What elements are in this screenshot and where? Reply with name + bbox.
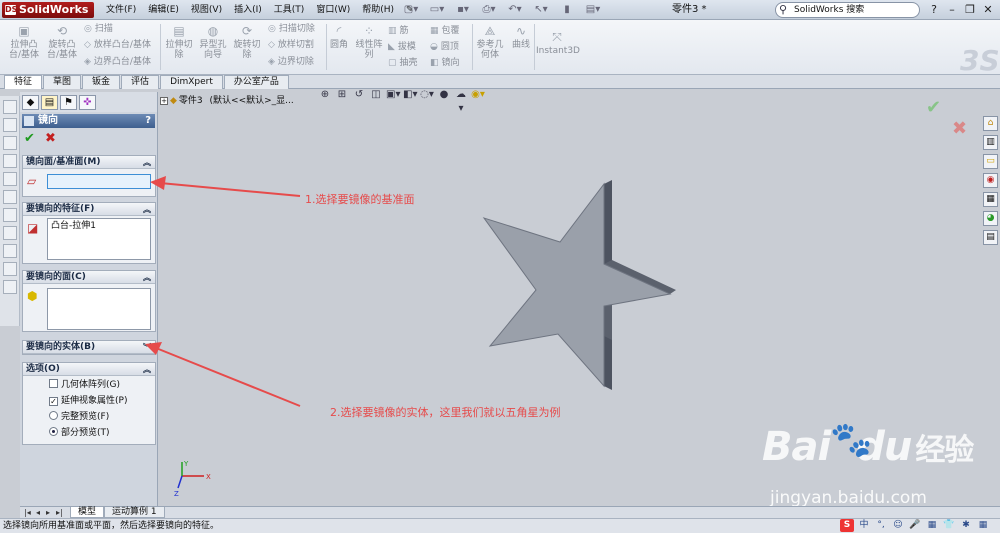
annotation-step-1: 1.选择要镜像的基准面	[305, 193, 415, 206]
annotation-step-2: 2.选择要镜像的实体，这里我们就以五角星为例	[330, 406, 561, 419]
skin-icon[interactable]: 👕	[942, 519, 956, 532]
task-pane-tabs: ⌂ ▥ ▭ ◉ ▦ ◕ ▤	[982, 116, 1000, 246]
home-icon[interactable]: ⌂	[983, 116, 998, 131]
prev-tab-icon[interactable]: ◂	[36, 508, 40, 517]
tab-model[interactable]: 模型	[70, 507, 105, 518]
status-text: 选择镜向所用基准面或平面，然后选择要镜向的特征。	[3, 521, 220, 531]
microphone-icon[interactable]: 🎤	[908, 519, 922, 532]
arrow-head-1	[150, 176, 166, 190]
view-palette-icon[interactable]: ◉	[983, 173, 998, 188]
last-tab-icon[interactable]: ▸|	[56, 508, 63, 517]
watermark-url: jingyan.baidu.com	[770, 488, 927, 508]
ime-language-toggle[interactable]: 中	[857, 519, 871, 532]
ime-toolbar: S 中 °, ☺ 🎤 ▦ 👕 ✱ ▦	[840, 519, 990, 532]
palette-icon[interactable]: ▦	[983, 192, 998, 207]
arrow-line-2	[155, 347, 301, 407]
baidu-watermark: Bai du 经验 🐾	[762, 420, 974, 470]
appearances-icon[interactable]: ◕	[983, 211, 998, 226]
design-library-icon[interactable]: ▥	[983, 135, 998, 150]
file-explorer-icon[interactable]: ▭	[983, 154, 998, 169]
custom-properties-icon[interactable]: ▤	[983, 230, 998, 245]
keyboard-icon[interactable]: ▦	[925, 519, 939, 532]
tools-icon[interactable]: ✱	[959, 519, 973, 532]
sogou-logo-icon[interactable]: S	[840, 519, 854, 532]
bottom-tab-bar: |◂ ◂ ▸ ▸| 模型 运动算例 1	[20, 506, 1000, 518]
first-tab-icon[interactable]: |◂	[24, 508, 31, 517]
next-tab-icon[interactable]: ▸	[46, 508, 50, 517]
tab-motion-study-1[interactable]: 运动算例 1	[104, 507, 165, 518]
menu-grid-icon[interactable]: ▦	[976, 519, 990, 532]
punctuation-icon[interactable]: °,	[874, 519, 888, 532]
paw-icon: 🐾	[830, 420, 873, 460]
watermark-brand-cn: 经验	[915, 433, 974, 468]
arrow-line-1	[159, 182, 301, 197]
watermark-brand-1: Bai	[762, 424, 831, 470]
emoji-icon[interactable]: ☺	[891, 519, 905, 532]
